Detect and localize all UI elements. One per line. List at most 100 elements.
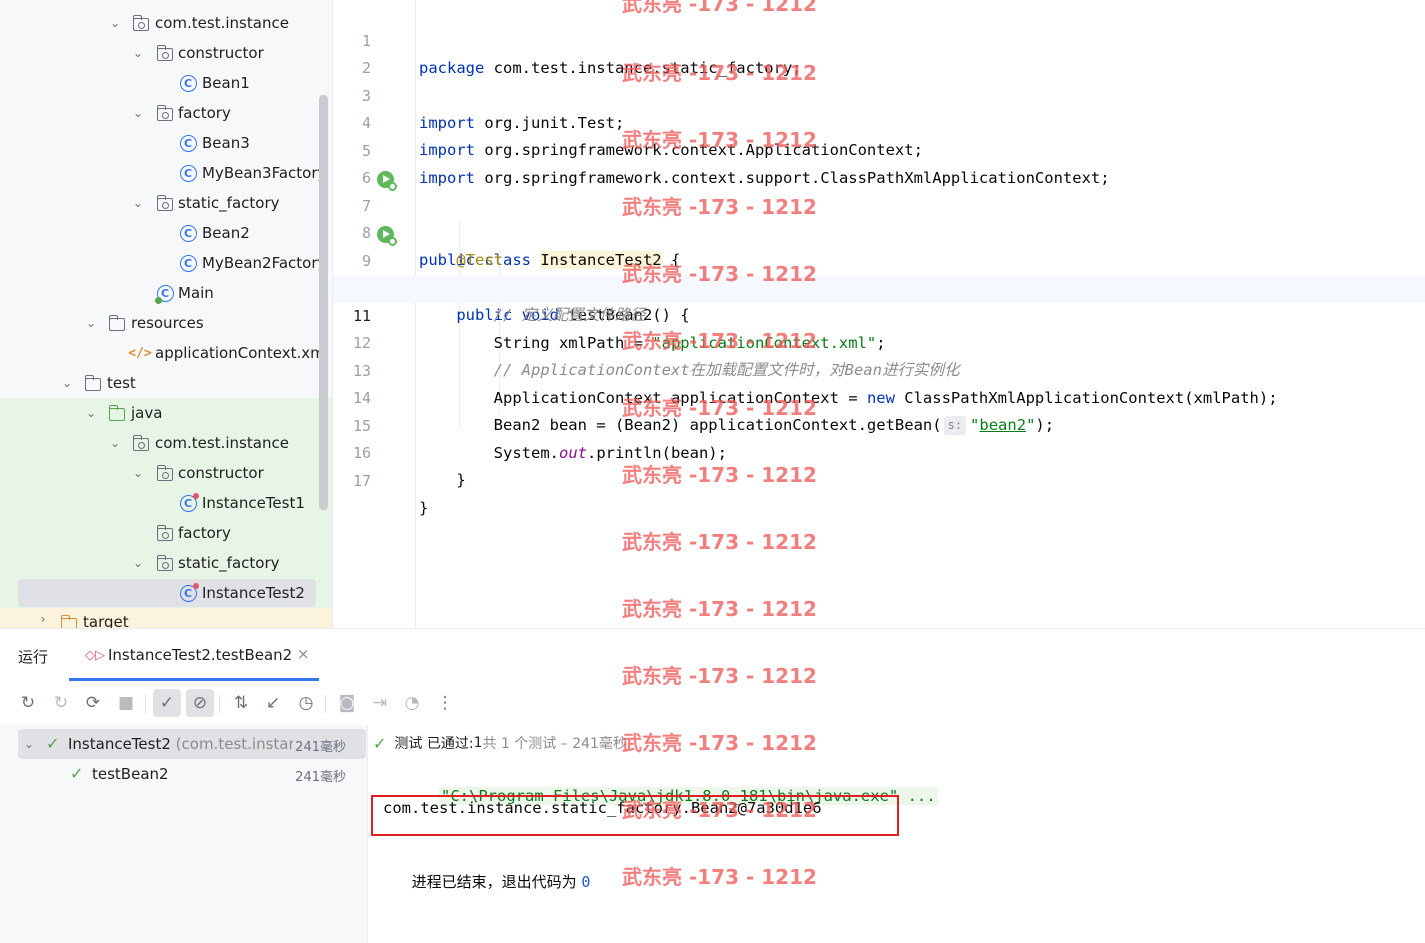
line-number: 17 bbox=[352, 472, 371, 490]
code-line[interactable]: 5 import org.springframework.context.sup… bbox=[333, 111, 1425, 187]
tree-scrollbar[interactable] bbox=[319, 95, 328, 510]
code-line[interactable]: 16 } bbox=[333, 413, 1425, 489]
tree-item-package[interactable]: ⌄ com.test.instance bbox=[0, 428, 332, 458]
test-status-summary: 共 1 个测试 – 241毫秒 bbox=[482, 736, 627, 752]
package-icon bbox=[156, 554, 174, 572]
exit-code: 0 bbox=[581, 873, 591, 891]
dashboard-icon[interactable]: ◔ bbox=[398, 689, 426, 717]
tree-item-label: constructor bbox=[178, 464, 264, 482]
tree-item-file[interactable]: </> applicationContext.xml bbox=[0, 338, 332, 368]
stop-icon[interactable]: ■ bbox=[112, 689, 140, 717]
package-icon bbox=[156, 524, 174, 542]
code-line[interactable]: 1 package com.test.instance.static_facto… bbox=[333, 1, 1425, 77]
passed-check-icon: ✓ bbox=[46, 734, 60, 753]
test-case-row[interactable]: ✓ testBean2 241毫秒 bbox=[18, 759, 366, 789]
tree-item-folder[interactable]: ⌄ resources bbox=[0, 308, 332, 338]
history-icon[interactable]: ◷ bbox=[292, 689, 320, 717]
show-passed-icon[interactable]: ✓ bbox=[153, 689, 181, 717]
code-editor[interactable]: 1 package com.test.instance.static_facto… bbox=[333, 0, 1425, 628]
tree-item-class[interactable]: C Bean1 bbox=[0, 68, 332, 98]
tree-item-package[interactable]: ⌄ constructor bbox=[0, 458, 332, 488]
tree-item-package[interactable]: ⌄ static_factory bbox=[0, 548, 332, 578]
tree-item-class-selected[interactable]: C InstanceTest2 bbox=[0, 578, 332, 608]
test-suite-row[interactable]: ⌄ ✓ InstanceTest2 (com.test.instanc 241毫… bbox=[18, 729, 366, 759]
code-line[interactable]: 4 import org.springframework.context.App… bbox=[333, 83, 1425, 159]
chevron-down-icon[interactable]: ⌄ bbox=[60, 376, 74, 390]
collapse-icon[interactable]: ↙ bbox=[259, 689, 287, 717]
tree-item-folder[interactable]: ⌄ test bbox=[0, 368, 332, 398]
test-source-folder-icon bbox=[108, 404, 126, 422]
export-icon[interactable]: ⇥ bbox=[366, 689, 394, 717]
tree-item-class[interactable]: C Bean3 bbox=[0, 128, 332, 158]
chevron-right-icon[interactable]: › bbox=[36, 612, 50, 626]
code-line[interactable]: 14 Bean2 bean = (Bean2) applicationConte… bbox=[333, 358, 1425, 435]
rerun-failed-icon[interactable]: ↻ bbox=[47, 689, 75, 717]
class-icon: C bbox=[179, 164, 197, 182]
screenshot-icon[interactable]: ◙ bbox=[333, 689, 361, 717]
tree-item-class[interactable]: C MyBean3Factory bbox=[0, 158, 332, 188]
show-ignored-icon[interactable]: ⊘ bbox=[186, 689, 214, 717]
code-line[interactable]: 17 } bbox=[333, 441, 1425, 517]
run-test-method-icon[interactable] bbox=[377, 226, 397, 246]
close-icon[interactable]: × bbox=[297, 645, 310, 663]
tree-item-label: target bbox=[83, 613, 129, 628]
rerun-icon[interactable]: ↻ bbox=[14, 689, 42, 717]
run-tab-bar: 运行 ◇▷ InstanceTest2.testBean2 × bbox=[0, 629, 1425, 681]
tree-item-label: resources bbox=[131, 314, 204, 332]
tree-item-class[interactable]: C InstanceTest1 bbox=[0, 488, 332, 518]
chevron-down-icon[interactable]: ⌄ bbox=[84, 406, 98, 420]
run-toolbar: ↻ ↻ ⟳ ■ ✓ ⊘ ⇅ ↙ ◷ ◙ ⇥ ◔ ⋮ bbox=[0, 681, 1425, 725]
tree-item-package[interactable]: factory bbox=[0, 518, 332, 548]
chevron-down-icon[interactable]: ⌄ bbox=[131, 46, 145, 60]
code-line[interactable]: 3 import org.junit.Test; bbox=[333, 56, 1425, 132]
toggle-auto-test-icon[interactable]: ⟳ bbox=[79, 689, 107, 717]
code-line[interactable]: 12 // ApplicationContext在加载配置文件时，对Bean进行… bbox=[333, 303, 1425, 379]
test-suite-package: (com.test.instanc bbox=[175, 735, 293, 753]
tree-item-package[interactable]: ⌄ factory bbox=[0, 98, 332, 128]
tree-item-package[interactable]: ⌄ static_factory bbox=[0, 188, 332, 218]
test-duration: 241毫秒 bbox=[295, 770, 346, 785]
test-suite-label: InstanceTest2 bbox=[68, 735, 171, 753]
console-output[interactable]: ✓ 测试 已通过: 1共 1 个测试 – 241毫秒 "C:\Program F… bbox=[369, 725, 1425, 943]
chevron-down-icon[interactable]: ⌄ bbox=[131, 196, 145, 210]
code-text: } bbox=[419, 499, 429, 517]
code-line[interactable]: 9 public void testBean2() { bbox=[333, 221, 1425, 324]
chevron-down-icon[interactable]: ⌄ bbox=[22, 737, 36, 751]
more-icon[interactable]: ⋮ bbox=[431, 689, 459, 717]
code-line[interactable]: 6 bbox=[333, 138, 1425, 187]
tree-item-package[interactable]: ⌄ constructor bbox=[0, 38, 332, 68]
tree-item-label: constructor bbox=[178, 44, 264, 62]
package-icon bbox=[156, 104, 174, 122]
run-test-class-icon[interactable] bbox=[377, 171, 397, 191]
class-icon: C bbox=[179, 74, 197, 92]
toolbar-divider bbox=[145, 695, 146, 713]
code-line[interactable]: 10 // 定义配置文件路径 bbox=[333, 248, 1425, 324]
tree-item-label: Bean1 bbox=[202, 74, 250, 92]
code-line[interactable]: 7 public class InstanceTest2 { bbox=[333, 166, 1425, 269]
excluded-folder-icon bbox=[60, 614, 78, 628]
tree-item-folder[interactable]: ⌄ java bbox=[0, 398, 332, 428]
resources-folder-icon bbox=[108, 314, 126, 332]
chevron-down-icon[interactable]: ⌄ bbox=[131, 556, 145, 570]
tree-item-folder[interactable]: › target bbox=[0, 608, 332, 628]
code-line[interactable]: 8 @Test bbox=[333, 193, 1425, 269]
passed-check-icon: ✓ bbox=[70, 764, 84, 783]
chevron-down-icon[interactable]: ⌄ bbox=[131, 466, 145, 480]
tree-item-class[interactable]: C Main bbox=[0, 278, 332, 308]
tab-label: InstanceTest2.testBean2 bbox=[108, 646, 293, 664]
chevron-down-icon[interactable]: ⌄ bbox=[131, 106, 145, 120]
tree-item-class[interactable]: C Bean2 bbox=[0, 218, 332, 248]
chevron-down-icon[interactable]: ⌄ bbox=[108, 436, 122, 450]
sort-icon[interactable]: ⇅ bbox=[227, 689, 255, 717]
tree-item-class[interactable]: C MyBean2Factory bbox=[0, 248, 332, 278]
code-line[interactable]: 2 bbox=[333, 28, 1425, 77]
code-line-current[interactable]: 11 String xmlPath = "applicationContext.… bbox=[333, 276, 1425, 352]
code-line[interactable]: 13 ApplicationContext applicationContext… bbox=[333, 331, 1425, 407]
package-icon bbox=[156, 464, 174, 482]
tree-item-label: InstanceTest2 bbox=[202, 584, 305, 602]
code-line[interactable]: 15 System.out.println(bean); bbox=[333, 386, 1425, 462]
tab-run-configuration[interactable]: ◇▷ InstanceTest2.testBean2 × bbox=[69, 629, 319, 681]
tree-item-package[interactable]: ⌄ com.test.instance bbox=[0, 8, 332, 38]
chevron-down-icon[interactable]: ⌄ bbox=[84, 316, 98, 330]
chevron-down-icon[interactable]: ⌄ bbox=[108, 16, 122, 30]
